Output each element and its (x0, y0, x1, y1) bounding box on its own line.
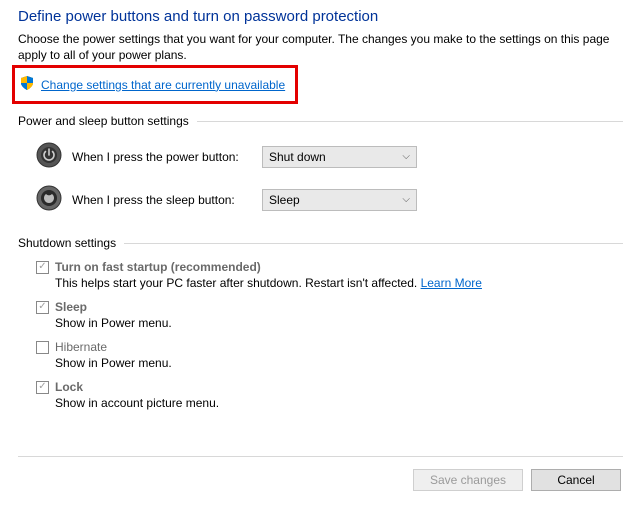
change-settings-highlight: Change settings that are currently unava… (12, 65, 298, 104)
sleep-button-row: When I press the sleep button: Sleep ⌵ (36, 185, 623, 214)
checkbox[interactable] (36, 341, 49, 354)
checkbox-label: Lock (55, 380, 83, 394)
cancel-button[interactable]: Cancel (531, 469, 621, 491)
footer: Save changes Cancel (18, 456, 623, 505)
power-button-select[interactable]: Shut down ⌵ (262, 146, 417, 168)
checkbox-subtext: This helps start your PC faster after sh… (55, 276, 623, 290)
chevron-down-icon: ⌵ (402, 194, 410, 205)
change-settings-link[interactable]: Change settings that are currently unava… (41, 78, 285, 92)
shield-icon (19, 75, 35, 94)
checkbox-label: Turn on fast startup (recommended) (55, 260, 261, 274)
checkbox[interactable] (36, 301, 49, 314)
sleep-button-label: When I press the sleep button: (72, 193, 262, 207)
sleep-button-select[interactable]: Sleep ⌵ (262, 189, 417, 211)
shutdown-item: Turn on fast startup (recommended) This h… (36, 260, 623, 290)
section-header-shutdown: Shutdown settings (18, 236, 623, 250)
sleep-icon (36, 185, 62, 214)
checkbox-subtext: Show in Power menu. (55, 316, 623, 330)
checkbox-subtext: Show in Power menu. (55, 356, 623, 370)
shutdown-item: Hibernate Show in Power menu. (36, 340, 623, 370)
power-button-row: When I press the power button: Shut down… (36, 142, 623, 171)
checkbox-label: Sleep (55, 300, 87, 314)
page-description: Choose the power settings that you want … (18, 31, 623, 63)
learn-more-link[interactable]: Learn More (421, 276, 482, 290)
power-button-label: When I press the power button: (72, 150, 262, 164)
chevron-down-icon: ⌵ (402, 151, 410, 162)
checkbox[interactable] (36, 381, 49, 394)
shutdown-item: Sleep Show in Power menu. (36, 300, 623, 330)
power-icon (36, 142, 62, 171)
checkbox-label: Hibernate (55, 340, 107, 354)
checkbox-subtext: Show in account picture menu. (55, 396, 623, 410)
save-changes-button[interactable]: Save changes (413, 469, 523, 491)
page-title: Define power buttons and turn on passwor… (18, 8, 623, 25)
shutdown-item: Lock Show in account picture menu. (36, 380, 623, 410)
section-header-button-settings: Power and sleep button settings (18, 114, 623, 128)
checkbox[interactable] (36, 261, 49, 274)
